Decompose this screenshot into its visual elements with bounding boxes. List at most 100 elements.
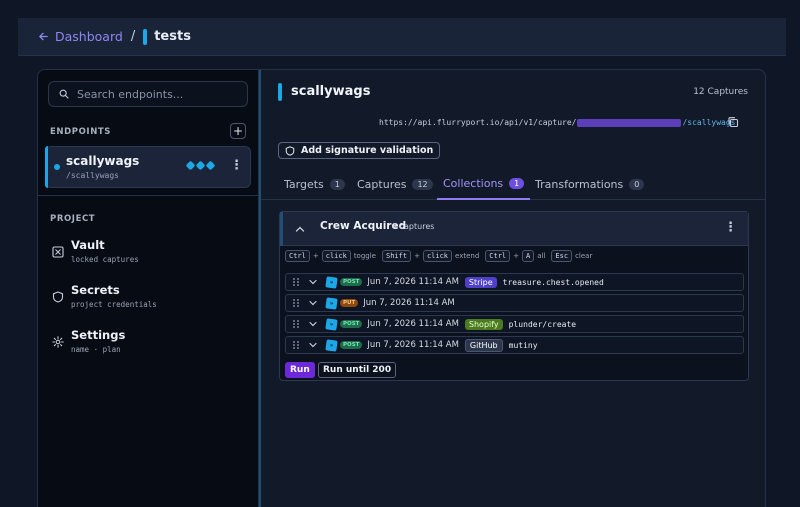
back-to-dashboard-link[interactable]: Dashboard — [38, 29, 123, 44]
tab-transformations[interactable]: Transformations 0 — [535, 176, 645, 200]
request-row[interactable]: » POST Jun 7, 2026 11:14 AM GitHub mutin… — [285, 336, 744, 354]
sidebar-item-secrets[interactable]: Secrets project credentials — [50, 283, 250, 317]
tab-label: Captures — [357, 177, 407, 191]
chevron-down-icon[interactable] — [308, 340, 318, 350]
url-prefix: https://api.flurryport.io/api/v1/capture… — [379, 118, 577, 127]
method-badge: POST — [340, 341, 363, 349]
add-signature-validation-button[interactable]: Add signature validation — [278, 142, 441, 159]
run-button[interactable]: Run — [285, 362, 315, 378]
sidebar-item-vault[interactable]: Vault locked captures — [50, 238, 250, 272]
method-badge: POST — [340, 278, 363, 286]
kbd-plus: + — [513, 252, 520, 260]
sidebar-item-subtitle: project credentials — [71, 300, 157, 309]
endpoint-path: /scallywags — [66, 171, 119, 180]
tab-count: 0 — [629, 178, 645, 190]
search-box — [48, 81, 248, 107]
breadcrumb-current: tests — [154, 29, 191, 44]
event-name: plunder/create — [508, 319, 577, 329]
add-endpoint-button[interactable]: + — [230, 123, 246, 139]
endpoint-accent-bar — [45, 146, 48, 188]
top-bar: Dashboard / tests — [18, 18, 786, 56]
chevron-down-icon[interactable] — [308, 298, 318, 308]
sidebar-item-title: Secrets — [71, 283, 120, 297]
kbd-key: A — [522, 250, 535, 262]
activity-indicator-icon — [185, 160, 216, 171]
run-until-200-button[interactable]: Run until 200 — [318, 362, 397, 378]
tab-count: 12 — [412, 178, 433, 190]
collection-menu-icon[interactable]: ⋮ — [724, 220, 737, 235]
captures-count: 12 Captures — [693, 87, 748, 97]
capture-icon: » — [325, 275, 338, 289]
capture-icon: » — [325, 296, 338, 310]
kbd-hint: toggle — [353, 252, 376, 260]
request-timestamp: Jun 7, 2026 11:14 AM — [367, 319, 459, 329]
copy-icon[interactable] — [727, 116, 739, 128]
project-section-label: PROJECT — [50, 214, 96, 224]
request-row[interactable]: » POST Jun 7, 2026 11:14 AM Stripe treas… — [285, 273, 744, 291]
method-badge: PUT — [340, 299, 359, 307]
capture-icon: » — [325, 317, 338, 331]
chevron-down-icon[interactable] — [308, 277, 318, 287]
title-color-bar — [278, 83, 282, 101]
event-name: mutiny — [508, 340, 538, 350]
kbd-key: Esc — [551, 250, 573, 262]
tab-bar: Targets 1 Captures 12 Collections 1 Tran… — [261, 170, 765, 200]
page-title: scallywags — [291, 84, 371, 99]
request-row[interactable]: » PUT Jun 7, 2026 11:14 AM — [285, 294, 744, 312]
arrow-left-icon — [38, 32, 48, 41]
tab-label: Collections — [443, 176, 504, 190]
tab-label: Transformations — [535, 177, 624, 191]
kbd-hint: extend — [455, 252, 480, 260]
url-redacted — [577, 118, 682, 127]
kbd-key: click — [321, 250, 351, 262]
endpoint-url: https://api.flurryport.io/api/v1/capture… — [379, 118, 735, 127]
shield-icon — [285, 145, 295, 156]
shield-icon — [52, 291, 64, 303]
capture-icon: » — [325, 338, 338, 352]
sidebar: ENDPOINTS + scallywags /scallywags ⋮ PRO… — [38, 70, 259, 507]
tab-collections[interactable]: Collections 1 — [437, 176, 531, 200]
chevron-down-icon[interactable] — [308, 319, 318, 329]
source-badge: Stripe — [464, 276, 497, 288]
kbd-key: Ctrl — [285, 250, 310, 262]
method-badge: POST — [340, 320, 363, 328]
request-row[interactable]: » POST Jun 7, 2026 11:14 AM Shopify plun… — [285, 315, 744, 333]
keyboard-hints: Ctrl + click toggle Shift + click extend… — [285, 250, 592, 262]
sidebar-item-subtitle: name · plan — [71, 345, 121, 354]
tab-count: 1 — [329, 178, 345, 190]
request-timestamp: Jun 7, 2026 11:14 AM — [367, 277, 459, 287]
kbd-hint: all — [537, 252, 546, 260]
sidebar-divider — [38, 195, 259, 196]
breadcrumb-separator: / — [130, 29, 136, 44]
event-name: treasure.chest.opened — [502, 277, 604, 287]
search-input[interactable] — [77, 87, 237, 101]
tab-captures[interactable]: Captures 12 — [357, 176, 433, 200]
chevron-up-icon[interactable] — [294, 223, 306, 235]
collection-accent-bar — [280, 212, 283, 246]
status-dot — [54, 164, 60, 170]
drag-handle-icon[interactable] — [292, 298, 300, 308]
search-icon — [59, 89, 69, 99]
kbd-hint: clear — [575, 252, 593, 260]
kbd-key: Shift — [381, 250, 412, 262]
drag-handle-icon[interactable] — [292, 277, 300, 287]
vault-icon — [52, 246, 64, 258]
kbd-key: Ctrl — [485, 250, 511, 262]
endpoint-menu-icon[interactable]: ⋮ — [230, 158, 243, 173]
sidebar-item-title: Settings — [71, 328, 126, 342]
dashboard-label: Dashboard — [55, 29, 123, 44]
collection-count: 4 captures — [392, 222, 435, 231]
tab-label: Targets — [284, 177, 324, 191]
signature-button-label: Add signature validation — [301, 145, 434, 156]
drag-handle-icon[interactable] — [292, 340, 300, 350]
endpoint-item-scallywags[interactable]: scallywags /scallywags ⋮ — [45, 146, 251, 188]
sidebar-item-settings[interactable]: Settings name · plan — [50, 328, 250, 362]
request-timestamp: Jun 7, 2026 11:14 AM — [367, 340, 459, 350]
drag-handle-icon[interactable] — [292, 319, 300, 329]
collection-header[interactable]: Crew Acquired 4 captures ⋮ — [280, 212, 748, 246]
sidebar-item-title: Vault — [71, 238, 105, 252]
sidebar-item-subtitle: locked captures — [71, 255, 139, 264]
source-badge: GitHub — [464, 338, 503, 352]
collection-card: Crew Acquired 4 captures ⋮ Ctrl + click … — [279, 211, 749, 381]
tab-targets[interactable]: Targets 1 — [284, 176, 345, 200]
